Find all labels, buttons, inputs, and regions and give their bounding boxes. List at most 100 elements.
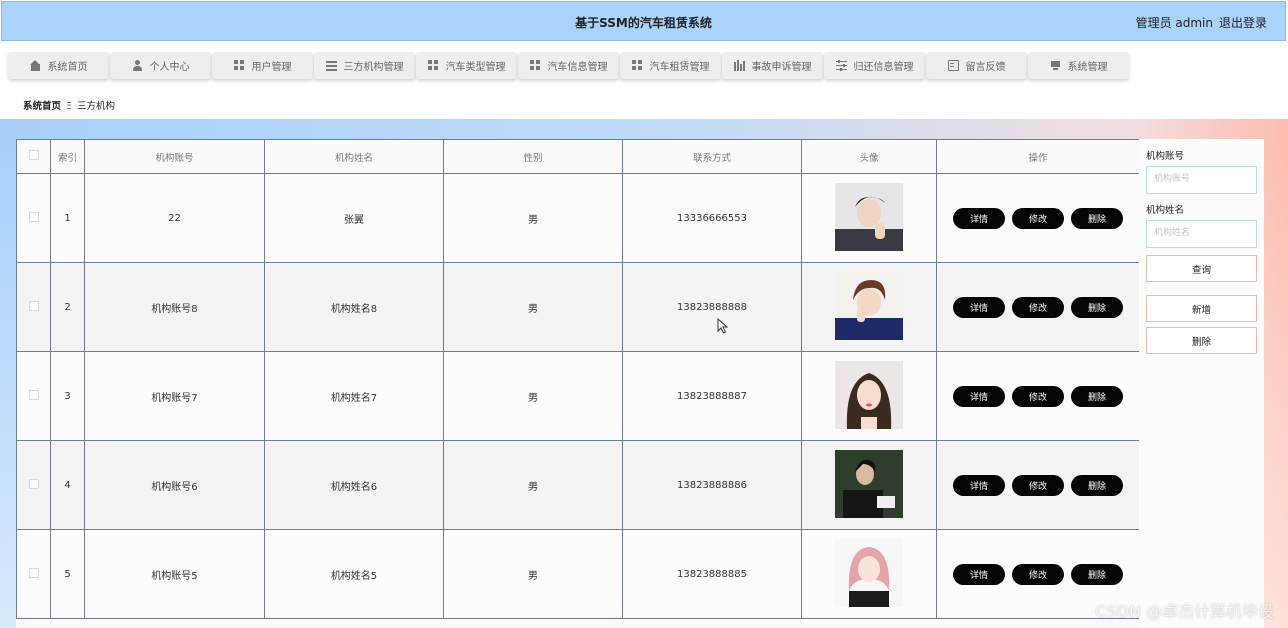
edit-button[interactable]: 修改 [1012, 207, 1064, 229]
row-select-cell [16, 529, 51, 619]
nav-item-car-info-management[interactable]: 汽车信息管理 [518, 52, 619, 79]
nav-item-home[interactable]: 系统首页 [8, 52, 109, 79]
header-actions: 操作 [936, 139, 1139, 174]
row-checkbox[interactable] [28, 300, 39, 311]
cell-index: 5 [50, 529, 85, 619]
detail-button[interactable]: 详情 [953, 474, 1005, 496]
detail-button[interactable]: 详情 [953, 563, 1005, 585]
row-actions: 详情 修改 删除 [937, 474, 1139, 496]
edit-button[interactable]: 修改 [1012, 296, 1064, 318]
delete-row-button[interactable]: 删除 [1071, 207, 1123, 229]
cell-phone: 13823888888 [622, 262, 802, 352]
row-actions: 详情 修改 删除 [937, 207, 1139, 229]
account-search-input[interactable]: 机构账号 [1146, 166, 1257, 194]
cell-phone: 13823888885 [622, 529, 802, 619]
cell-account: 机构账号7 [84, 351, 265, 441]
breadcrumb-home[interactable]: 系统首页 [23, 101, 61, 112]
grid-icon [427, 60, 439, 71]
detail-button[interactable]: 详情 [953, 207, 1005, 229]
cell-account: 机构账号8 [84, 262, 265, 352]
row-actions: 详情 修改 删除 [937, 563, 1139, 585]
cell-name: 机构姓名7 [264, 351, 444, 441]
header-account: 机构账号 [84, 139, 265, 174]
name-search-input[interactable]: 机构姓名 [1146, 220, 1257, 248]
cell-gender: 男 [443, 440, 623, 530]
name-search-label: 机构姓名 [1146, 205, 1185, 216]
header-avatar: 头像 [801, 139, 937, 174]
cell-avatar [801, 529, 937, 619]
bar-chart-icon [733, 60, 745, 71]
row-actions: 详情 修改 删除 [937, 385, 1139, 407]
cell-phone: 13823888887 [622, 351, 802, 441]
cell-gender: 男 [443, 529, 623, 619]
nav-item-personal-center[interactable]: 个人中心 [110, 52, 211, 79]
detail-button[interactable]: 详情 [953, 296, 1005, 318]
avatar-photo-3 [835, 360, 903, 429]
logout-link[interactable]: 退出登录 [1219, 16, 1267, 30]
nav-label: 汽车类型管理 [445, 62, 506, 73]
nav-item-return-info-management[interactable]: 归还信息管理 [824, 52, 925, 79]
select-all-cell [16, 139, 51, 174]
document-icon [947, 60, 959, 71]
top-header-bar: 基于SSM的汽车租赁系统 管理员 admin 退出登录 [1, 1, 1286, 41]
detail-button[interactable]: 详情 [953, 385, 1005, 407]
select-all-checkbox[interactable] [28, 150, 39, 160]
cell-gender: 男 [443, 262, 623, 352]
breadcrumb: 系统首页 Ξ 三方机构 [23, 98, 115, 112]
nav-item-car-type-management[interactable]: 汽车类型管理 [416, 52, 517, 79]
cell-actions: 详情 修改 删除 [936, 440, 1139, 530]
edit-button[interactable]: 修改 [1012, 385, 1064, 407]
cell-index: 2 [50, 262, 85, 352]
query-button[interactable]: 查询 [1146, 255, 1257, 282]
cell-index: 1 [50, 173, 85, 263]
row-checkbox[interactable] [28, 478, 39, 489]
home-icon [29, 60, 41, 71]
cell-actions: 详情 修改 删除 [936, 351, 1139, 441]
edit-button[interactable]: 修改 [1012, 474, 1064, 496]
nav-label: 个人中心 [149, 62, 190, 73]
nav-label: 系统首页 [47, 62, 88, 73]
nav-item-accident-appeal-management[interactable]: 事故申诉管理 [722, 52, 823, 79]
nav-label: 事故申诉管理 [751, 62, 812, 73]
nav-label: 用户管理 [251, 62, 292, 73]
grid-icon [233, 60, 245, 71]
table-header-row: 索引 机构账号 机构姓名 性别 联系方式 头像 操作 [16, 139, 1139, 174]
header-gender: 性别 [443, 139, 623, 174]
table-row: 3 机构账号7 机构姓名7 男 13823888887 详情 修改 删除 [16, 351, 1139, 441]
row-select-cell [16, 351, 51, 441]
delete-row-button[interactable]: 删除 [1071, 474, 1123, 496]
breadcrumb-separator: Ξ [66, 101, 73, 112]
delete-row-button[interactable]: 删除 [1071, 563, 1123, 585]
edit-button[interactable]: 修改 [1012, 563, 1064, 585]
row-checkbox[interactable] [28, 567, 39, 578]
cell-gender: 男 [443, 351, 623, 441]
delete-row-button[interactable]: 删除 [1071, 296, 1123, 318]
avatar-photo-2 [835, 271, 903, 340]
user-icon [132, 60, 143, 71]
nav-item-user-management[interactable]: 用户管理 [212, 52, 313, 79]
table-row: 1 22 张翼 男 13336666553 详情 修改 删除 [16, 173, 1139, 263]
monitor-icon [1050, 60, 1061, 71]
row-select-cell [16, 440, 51, 530]
nav-item-feedback[interactable]: 留言反馈 [926, 52, 1027, 79]
table-row: 4 机构账号6 机构姓名6 男 13823888886 详情 修改 删除 [16, 440, 1139, 530]
nav-item-car-rental-management[interactable]: 汽车租赁管理 [620, 52, 721, 79]
batch-delete-button[interactable]: 删除 [1146, 327, 1257, 354]
cell-phone: 13823888886 [622, 440, 802, 530]
nav-label: 归还信息管理 [853, 62, 914, 73]
add-button[interactable]: 新增 [1146, 295, 1257, 322]
cell-avatar [801, 262, 937, 352]
nav-item-system-management[interactable]: 系统管理 [1028, 52, 1129, 79]
row-checkbox[interactable] [28, 211, 39, 222]
cell-actions: 详情 修改 删除 [936, 262, 1139, 352]
row-checkbox[interactable] [28, 389, 39, 400]
cell-gender: 男 [443, 173, 623, 263]
cell-index: 3 [50, 351, 85, 441]
delete-row-button[interactable]: 删除 [1071, 385, 1123, 407]
main-nav: 系统首页 个人中心 用户管理 三方机构管理 汽车类型管理 汽车信息管理 汽车租赁… [8, 52, 1130, 79]
cell-avatar [801, 351, 937, 441]
nav-item-agency-management[interactable]: 三方机构管理 [314, 52, 415, 79]
avatar-photo-1 [835, 182, 903, 251]
grid-icon [631, 60, 643, 71]
row-select-cell [16, 173, 51, 263]
